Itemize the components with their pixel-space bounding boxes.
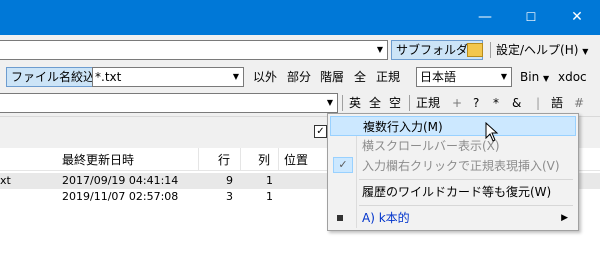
word-button[interactable]: 語 bbox=[551, 93, 563, 113]
bin-menu[interactable]: Bin ▼ bbox=[520, 67, 549, 89]
folder-combo[interactable]: ▼ bbox=[0, 40, 388, 60]
subfolder-label: サブフォルダ bbox=[396, 43, 469, 57]
plus-button[interactable]: + bbox=[452, 93, 462, 113]
xdoc-toggle[interactable]: xdoc bbox=[558, 67, 587, 87]
cell-col: 1 bbox=[266, 174, 273, 187]
menu-item-label: 複数行入力(M) bbox=[363, 120, 443, 134]
filename-filter-input[interactable]: *.txt ▼ bbox=[92, 67, 244, 87]
maximize-button[interactable]: ☐ bbox=[508, 0, 554, 35]
question-button[interactable]: ? bbox=[473, 93, 479, 113]
menu-item-submenu[interactable]: A) k本的 ▶ bbox=[330, 208, 576, 228]
cell-date: 2017/09/19 04:41:14 bbox=[62, 174, 179, 187]
check-icon: ✓ bbox=[333, 157, 353, 173]
cell-date: 2019/11/07 02:57:08 bbox=[62, 190, 179, 203]
search-text-input[interactable]: ▼ bbox=[0, 93, 338, 113]
partial-toggle[interactable]: 部分 bbox=[287, 67, 311, 87]
menu-item-label: 横スクロールバー表示(X) bbox=[362, 139, 500, 153]
col-header-column[interactable]: 列 bbox=[258, 152, 270, 168]
menu-item-regex-insert[interactable]: ✓ 入力欄右クリックで正規表現挿入(V) bbox=[330, 156, 576, 176]
title-bar: — ☐ ✕ bbox=[0, 0, 600, 35]
separator bbox=[409, 95, 410, 111]
cell-col: 1 bbox=[266, 190, 273, 203]
menu-separator bbox=[359, 179, 573, 180]
minimize-button[interactable]: — bbox=[462, 0, 508, 35]
regex-mode-toggle[interactable]: 正規 bbox=[416, 93, 440, 113]
col-header-modified[interactable]: 最終更新日時 bbox=[62, 152, 134, 168]
space-toggle[interactable]: 空 bbox=[389, 93, 401, 113]
english-toggle[interactable]: 英 bbox=[349, 93, 361, 113]
settings-help-menu[interactable]: 設定/ヘルプ(H) ▼ bbox=[496, 40, 588, 62]
separator bbox=[490, 42, 491, 58]
menu-item-label: 履歴のワイルドカード等も復元(W) bbox=[362, 185, 552, 199]
toolbar-row-1: ▼ サブフォルダ ▼ 設定/ヘルプ(H) ▼ bbox=[0, 35, 600, 63]
mouse-cursor-icon bbox=[485, 122, 499, 142]
col-header-position[interactable]: 位置 bbox=[284, 152, 308, 168]
ampersand-button[interactable]: & bbox=[512, 93, 521, 113]
filter-value: *.txt bbox=[95, 70, 122, 84]
option-checkbox[interactable]: ✓ bbox=[314, 125, 327, 138]
encoding-value: 日本語 bbox=[420, 70, 457, 84]
menu-item-horizontal-scrollbar[interactable]: 横スクロールバー表示(X) bbox=[330, 136, 576, 156]
chevron-down-icon: ▼ bbox=[543, 74, 550, 83]
toolbar-row-2: ファイル名絞込: *.txt ▼ 以外 部分 階層 全 正規 日本語 ▼ Bin… bbox=[0, 63, 600, 90]
pipe-button[interactable]: | bbox=[536, 93, 540, 113]
column-divider[interactable] bbox=[240, 148, 241, 171]
cell-name: xt bbox=[0, 174, 11, 187]
bullet-icon bbox=[337, 215, 343, 221]
close-button[interactable]: ✕ bbox=[554, 0, 600, 35]
menu-separator bbox=[359, 205, 573, 206]
hash-button[interactable]: # bbox=[574, 93, 584, 113]
separator bbox=[342, 95, 343, 111]
chevron-down-icon: ▼ bbox=[582, 47, 589, 56]
chevron-right-icon: ▶ bbox=[561, 213, 568, 223]
chevron-down-icon[interactable]: ▼ bbox=[373, 41, 387, 59]
column-divider[interactable] bbox=[198, 148, 199, 171]
exclude-toggle[interactable]: 以外 bbox=[253, 67, 277, 87]
menu-item-label: 入力欄右クリックで正規表現挿入(V) bbox=[362, 159, 560, 173]
menu-item-multiline-input[interactable]: 複数行入力(M) bbox=[330, 116, 576, 136]
cell-line: 3 bbox=[226, 190, 233, 203]
all-toggle[interactable]: 全 bbox=[354, 67, 366, 87]
col-header-line[interactable]: 行 bbox=[218, 152, 230, 168]
filename-filter-button[interactable]: ファイル名絞込: bbox=[6, 67, 105, 87]
chevron-down-icon[interactable]: ▼ bbox=[323, 94, 337, 112]
menu-item-restore-wildcards[interactable]: 履歴のワイルドカード等も復元(W) bbox=[330, 182, 576, 202]
chevron-down-icon[interactable]: ▼ bbox=[229, 68, 243, 86]
regex-toggle[interactable]: 正規 bbox=[376, 67, 400, 87]
context-menu: 複数行入力(M) 横スクロールバー表示(X) ✓ 入力欄右クリックで正規表現挿入… bbox=[327, 113, 579, 231]
chevron-down-icon[interactable]: ▼ bbox=[497, 68, 511, 86]
settings-help-label: 設定/ヘルプ(H) bbox=[496, 43, 579, 57]
fullwidth-toggle[interactable]: 全 bbox=[369, 93, 381, 113]
encoding-select[interactable]: 日本語 ▼ bbox=[416, 67, 512, 87]
asterisk-button[interactable]: * bbox=[493, 93, 499, 113]
menu-item-label: A) k本的 bbox=[362, 211, 410, 225]
column-divider[interactable] bbox=[278, 148, 279, 171]
hierarchy-toggle[interactable]: 階層 bbox=[320, 67, 344, 87]
folder-icon[interactable] bbox=[467, 43, 483, 57]
cell-line: 9 bbox=[226, 174, 233, 187]
bin-label: Bin bbox=[520, 70, 540, 84]
